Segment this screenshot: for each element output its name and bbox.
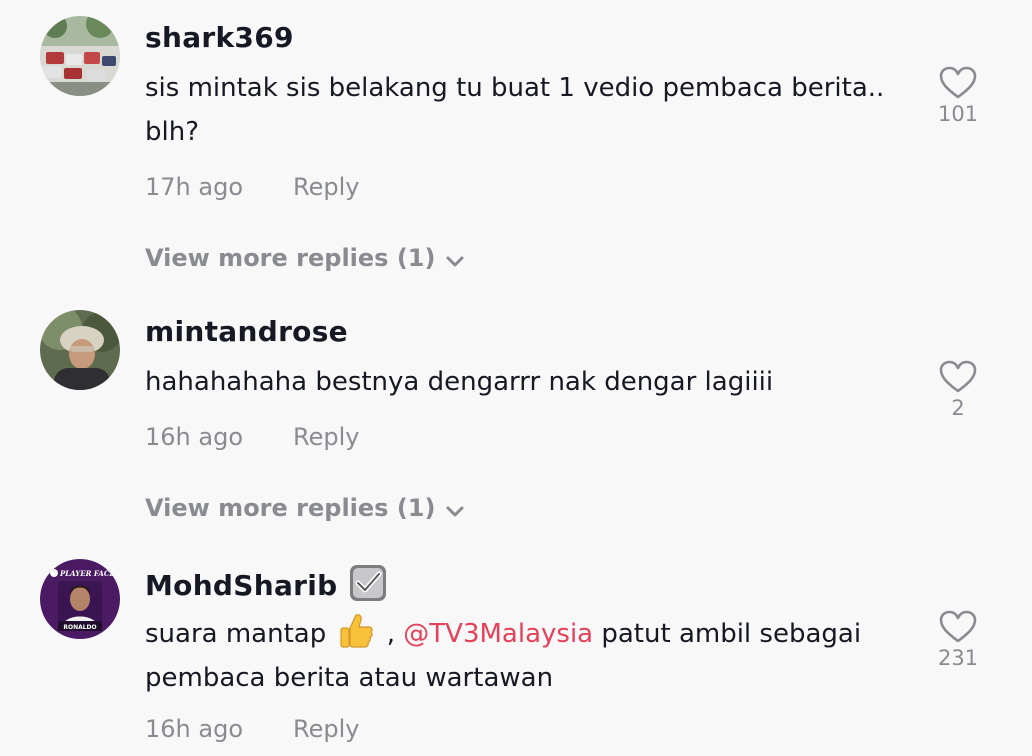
comment-username-label: MohdSharib <box>145 569 338 602</box>
comment-text: suara mantap , @TV3Malaysia patut ambil … <box>145 610 915 700</box>
avatar-brand-text: PLAYER FACES <box>59 569 120 578</box>
comment-text-start: suara mantap <box>145 619 327 649</box>
comment-text: hahahahaha bestnya dengarrr nak dengar l… <box>145 367 774 397</box>
avatar[interactable] <box>40 310 120 390</box>
view-more-replies-button[interactable]: View more replies (1) <box>145 243 465 273</box>
comment-time: 17h ago <box>145 173 244 201</box>
like-button[interactable]: 2 <box>922 360 994 420</box>
heart-icon <box>939 66 977 99</box>
comment-time: 16h ago <box>145 715 244 743</box>
comment-time: 16h ago <box>145 423 244 451</box>
comment-username[interactable]: mintandrose <box>145 314 348 350</box>
chevron-down-icon <box>446 256 464 267</box>
mention-link[interactable]: @TV3Malaysia <box>403 619 593 649</box>
reply-button[interactable]: Reply <box>293 172 359 202</box>
view-more-replies-button[interactable]: View more replies (1) <box>145 493 465 523</box>
like-count: 2 <box>951 396 965 420</box>
comment-text: sis mintak sis belakang tu buat 1 vedio … <box>145 73 885 147</box>
avatar[interactable]: PLAYER FACES RONALDO <box>40 559 120 639</box>
comment-text-separator: , <box>386 619 396 649</box>
avatar[interactable] <box>40 16 120 96</box>
like-count: 231 <box>937 646 979 670</box>
comment-meta: 16h ago Reply <box>145 422 359 452</box>
thumbs-up-icon <box>340 614 374 648</box>
comment-username[interactable]: MohdSharib <box>145 563 388 604</box>
view-more-replies-label: View more replies (1) <box>145 244 436 272</box>
reply-button[interactable]: Reply <box>293 714 359 744</box>
heart-icon <box>939 610 977 643</box>
view-more-replies-label: View more replies (1) <box>145 494 436 522</box>
heart-icon <box>939 360 977 393</box>
avatar-player-name: RONALDO <box>63 624 96 631</box>
like-button[interactable]: 231 <box>922 610 994 670</box>
comment-username[interactable]: shark369 <box>145 20 294 56</box>
like-count: 101 <box>937 102 979 126</box>
chevron-down-icon <box>446 506 464 517</box>
check-box-icon <box>349 565 386 601</box>
comment-meta: 17h ago Reply <box>145 172 359 202</box>
reply-button[interactable]: Reply <box>293 422 359 452</box>
comments-list: shark369 sis mintak sis belakang tu buat… <box>0 0 1032 756</box>
like-button[interactable]: 101 <box>922 66 994 126</box>
comment-meta: 16h ago Reply <box>145 714 359 744</box>
